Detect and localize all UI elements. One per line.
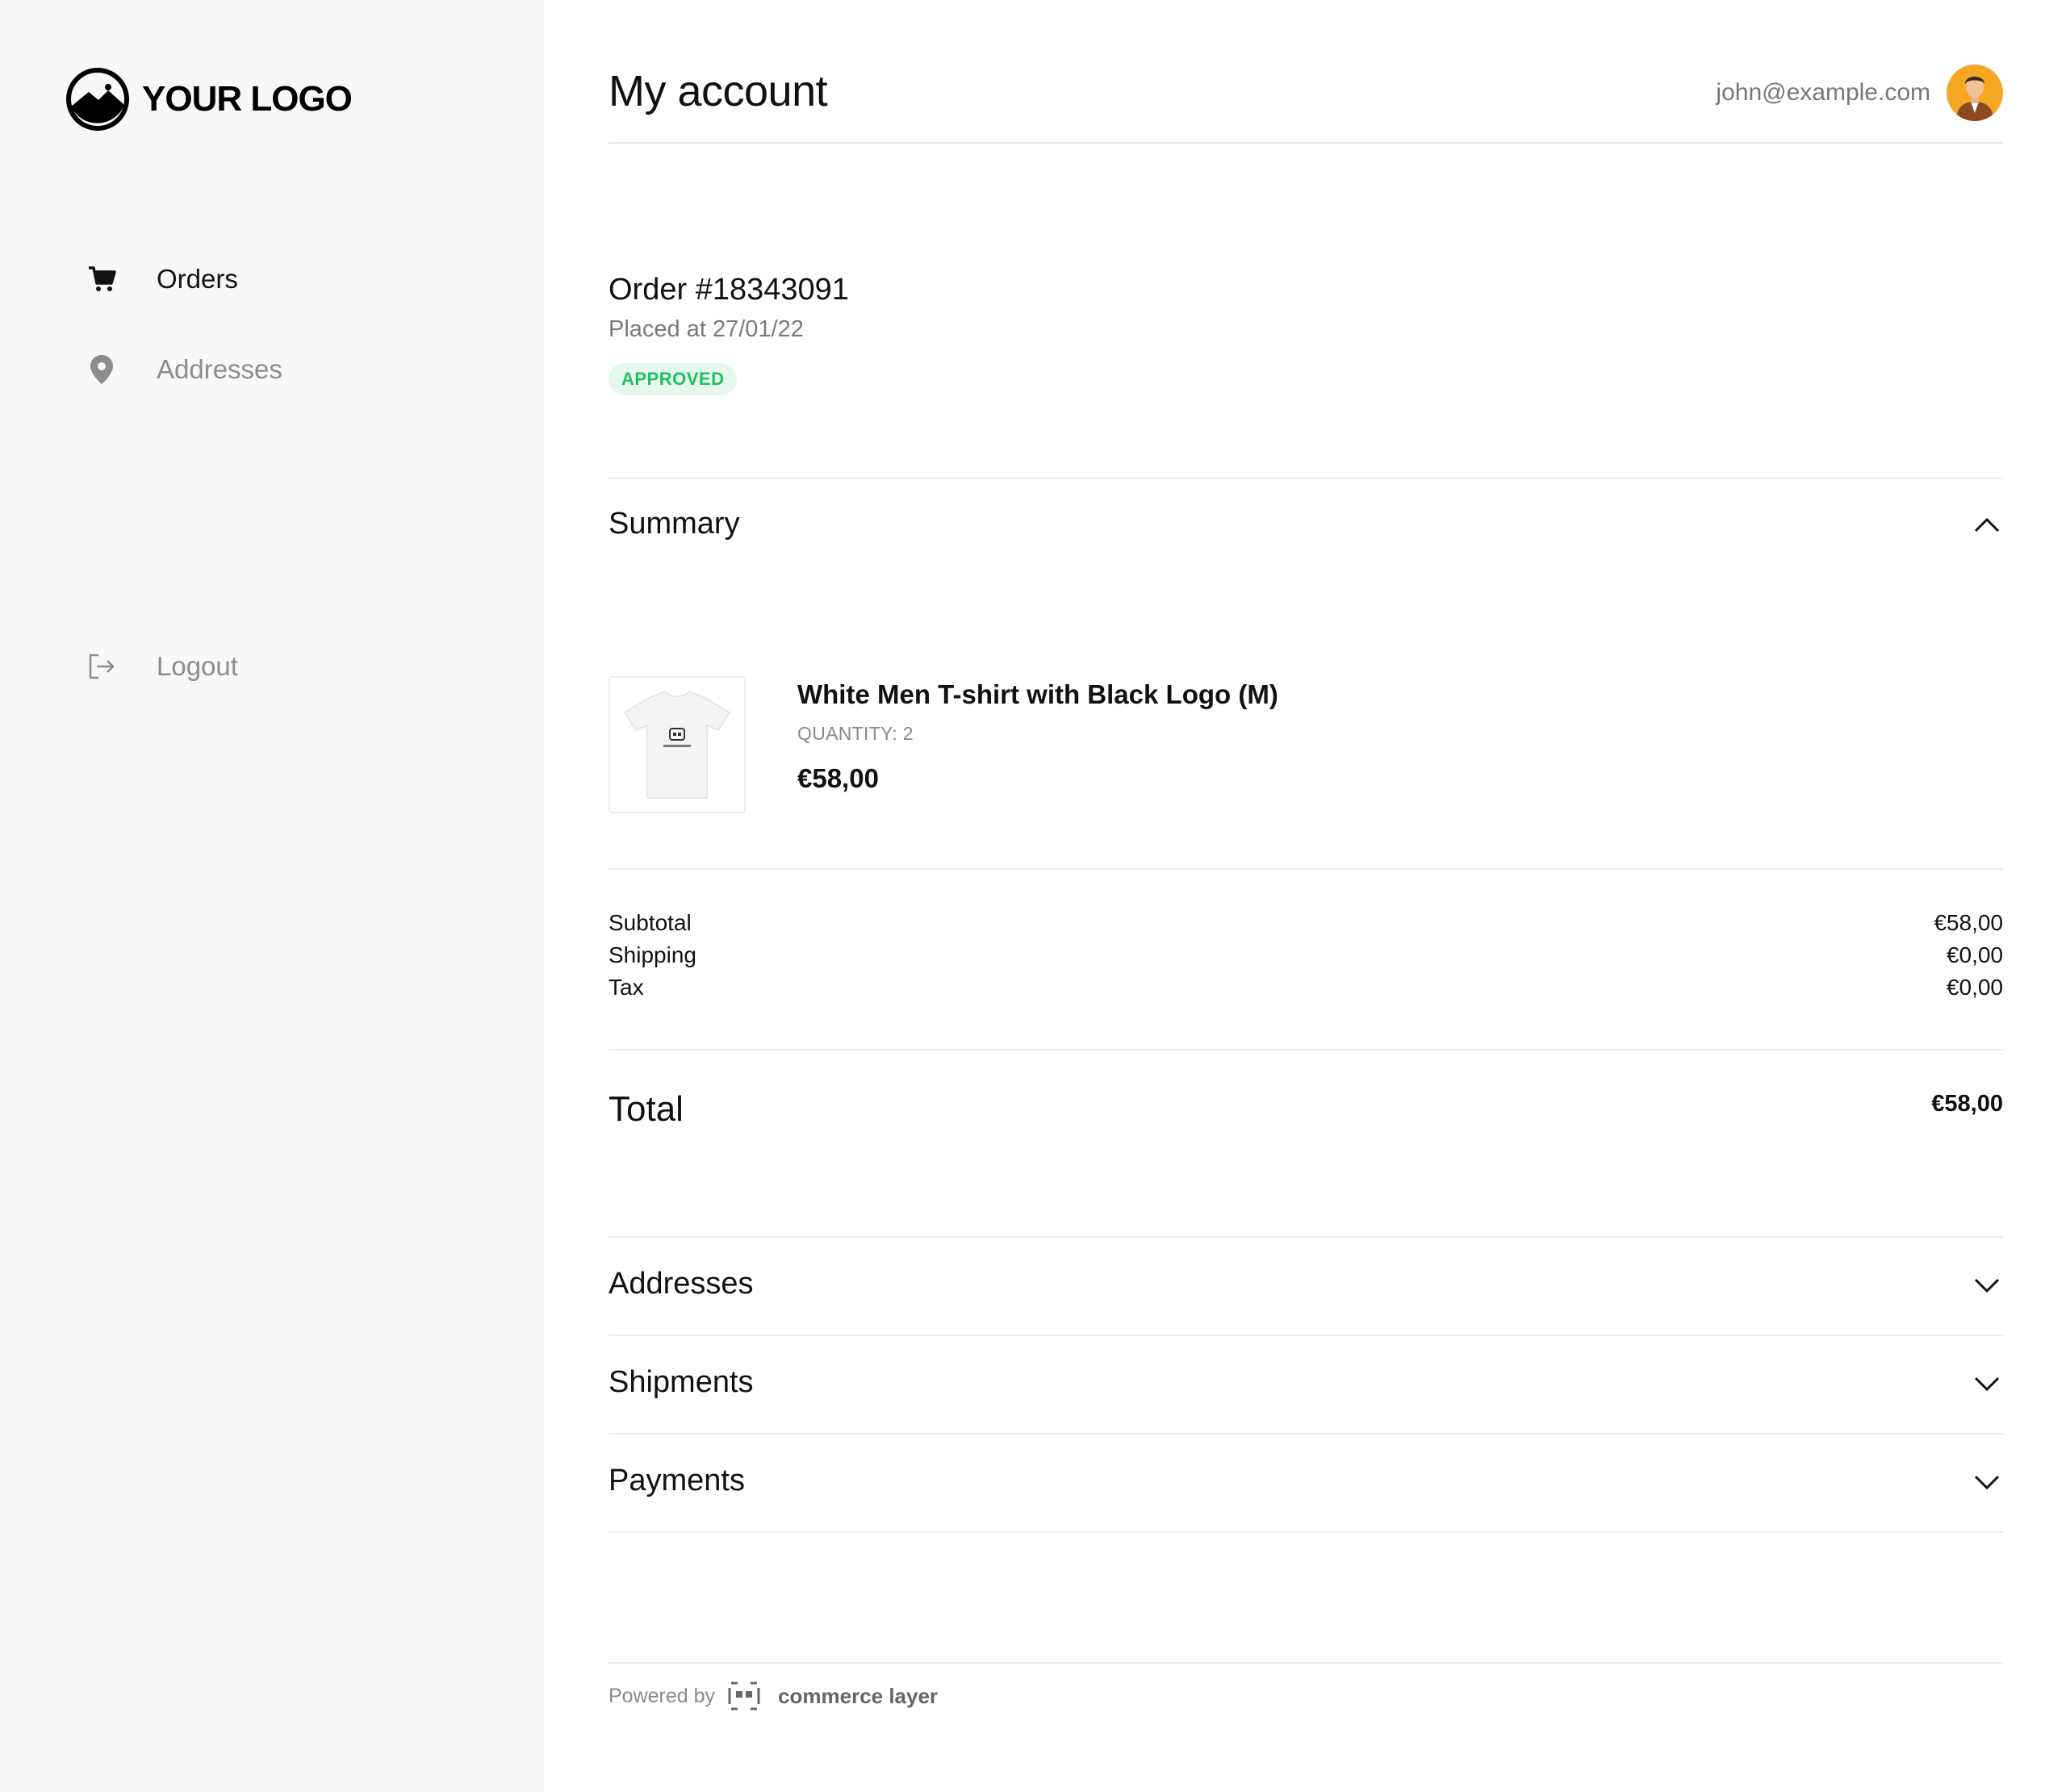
divider [609,1433,2003,1435]
order-title: Order #18343091 [609,273,849,307]
mountain-logo-icon [66,68,129,131]
summary-toggle[interactable]: Summary [609,507,2003,541]
divider [609,1049,2003,1051]
sidebar-item-orders[interactable]: Orders [84,261,238,297]
addresses-title: Addresses [609,1267,754,1301]
divider [609,1335,2003,1336]
sidebar-item-label: Addresses [157,354,282,384]
chevron-down-icon [1974,1475,2000,1489]
logout-button[interactable]: Logout [84,649,238,684]
payments-title: Payments [609,1464,745,1498]
tax-row: Tax €0,00 [609,975,2003,1000]
subtotal-row: Subtotal €58,00 [609,910,2003,936]
page-header: My account john@example.com [609,65,2003,144]
powered-by-label: Powered by [609,1684,716,1707]
payments-toggle[interactable]: Payments [609,1464,2003,1498]
divider [609,1531,2003,1533]
product-quantity: QUANTITY: 2 [797,723,914,744]
shipments-title: Shipments [609,1365,754,1399]
commerce-layer-logo-icon [728,1681,760,1711]
total-value: €58,00 [1931,1091,2003,1117]
sidebar: YOUR LOGO Orders Addresses Logout [0,0,544,1792]
shipping-value: €0,00 [1946,942,2003,967]
total-label: Total [609,1089,684,1129]
chevron-down-icon [1974,1376,2000,1391]
product-price: €58,00 [797,763,879,793]
status-badge: APPROVED [609,363,738,395]
divider [609,478,2003,479]
cart-icon [84,261,119,297]
shipping-row: Shipping €0,00 [609,942,2003,968]
divider [609,1236,2003,1238]
addresses-toggle[interactable]: Addresses [609,1267,2003,1301]
summary-title: Summary [609,507,740,541]
logout-icon [84,649,119,684]
tax-label: Tax [609,975,644,1000]
chevron-down-icon [1974,1278,2000,1293]
logo-text: YOUR LOGO [142,79,353,119]
shipping-label: Shipping [609,942,696,967]
divider [609,1662,2003,1664]
tax-value: €0,00 [1946,975,2003,1000]
tshirt-image [623,691,731,799]
user-email: john@example.com [1716,79,1930,106]
logout-label: Logout [157,651,238,681]
sidebar-item-label: Orders [157,264,238,294]
product-thumbnail [609,676,746,813]
divider [609,868,2003,870]
sidebar-item-addresses[interactable]: Addresses [84,352,282,387]
map-pin-icon [84,352,119,387]
logo[interactable]: YOUR LOGO [66,68,353,131]
footer: Powered by commerce layer [609,1680,938,1712]
shipments-toggle[interactable]: Shipments [609,1365,2003,1400]
avatar[interactable] [1947,65,2003,121]
user-menu[interactable]: john@example.com [1716,65,2003,121]
subtotal-value: €58,00 [1934,910,2003,935]
chevron-up-icon [1974,517,2000,532]
provider-name[interactable]: commerce layer [778,1684,938,1709]
product-name: White Men T-shirt with Black Logo (M) [797,679,1278,709]
order-date: Placed at 27/01/22 [609,316,804,342]
subtotal-label: Subtotal [609,910,692,935]
